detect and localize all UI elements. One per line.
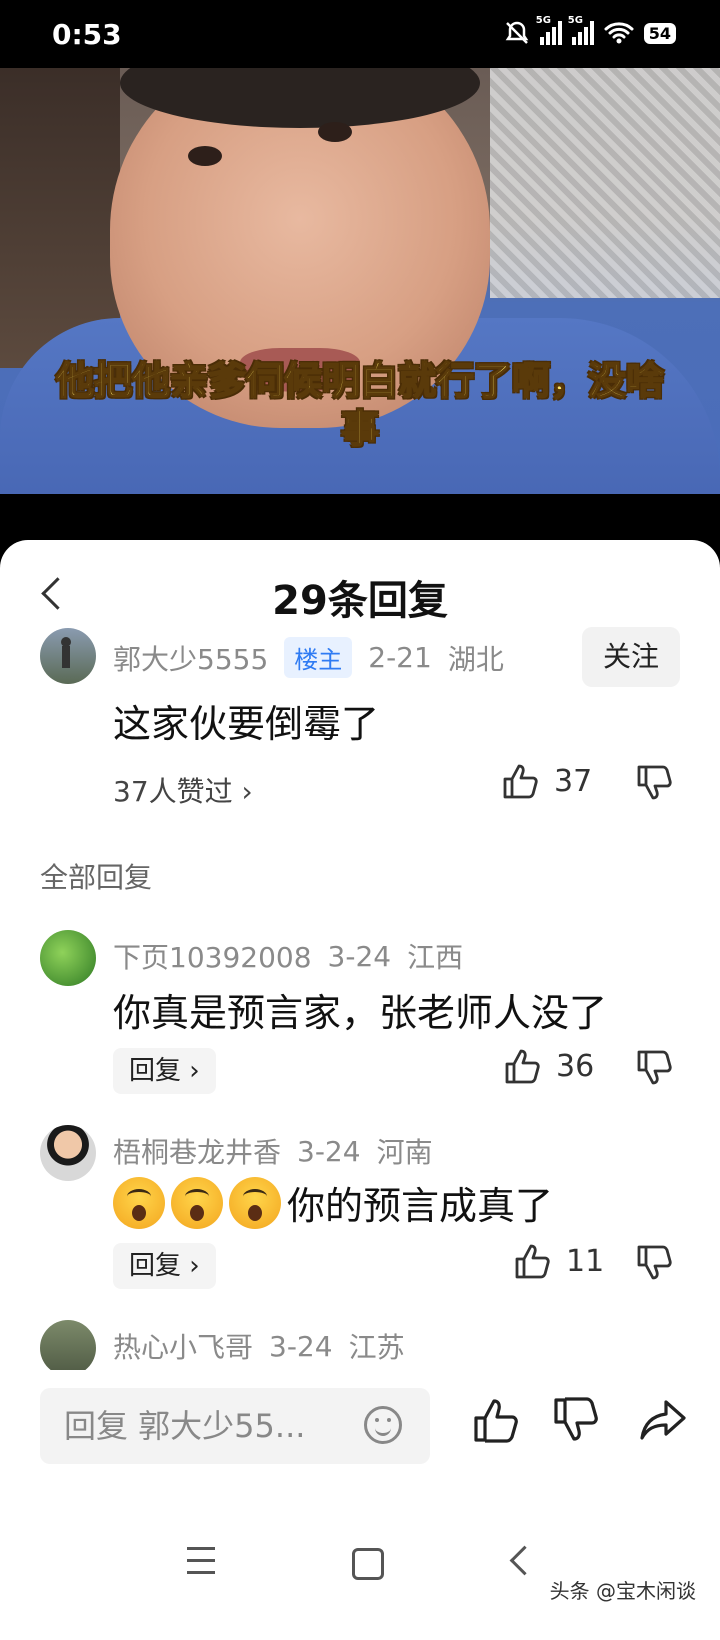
like-group: 36 [502,1046,594,1086]
like-group: 37 [500,761,592,801]
thumbs-down-icon[interactable] [634,1048,674,1088]
video-background-mesh [490,68,720,298]
comment-meta: 梧桐巷龙井香 3-24 河南 [113,1131,433,1171]
thumbs-down-icon[interactable] [634,1243,674,1283]
username[interactable]: 下页10392008 [113,936,312,976]
comment-text: 你的预言成真了 [113,1175,553,1230]
comment-text-content: 你的预言成真了 [287,1184,554,1228]
signal-5g-icon: 5G [536,15,562,45]
like-count: 37 [554,763,593,799]
follow-button[interactable]: 关注 [582,627,680,687]
all-replies-label: 全部回复 [40,861,153,894]
signal-5g-icon-2: 5G [568,15,594,45]
avatar[interactable] [40,1125,96,1181]
avatar[interactable] [40,1320,96,1370]
username[interactable]: 梧桐巷龙井香 [113,1131,281,1171]
video-subtitle-line1: 他把他亲爹伺候明白就行了啊，没啥 [55,358,665,404]
scream-emoji-icon [229,1176,281,1229]
like-count: 36 [556,1048,595,1084]
comment-location: 湖北 [447,642,504,676]
back-nav-icon[interactable] [498,1538,548,1588]
comment-meta: 热心小飞哥 3-24 江苏 [113,1326,405,1366]
status-time: 0:53 [52,18,122,51]
thumbs-down-icon[interactable] [634,763,674,803]
menu-icon[interactable] [176,1538,226,1588]
thumbs-up-icon[interactable] [500,761,540,801]
scream-emoji-icon [171,1176,223,1229]
thumbs-up-icon[interactable] [512,1241,552,1281]
avatar[interactable] [40,628,96,684]
comment-location: 河南 [376,1136,433,1169]
status-icons: 5G 5G 54 [504,15,676,46]
thumbs-up-icon[interactable] [468,1392,524,1448]
emoji-picker-icon[interactable] [364,1406,402,1444]
share-icon[interactable] [636,1392,692,1448]
comment-meta: 郭大少5555 楼主 2-21 湖北 [113,637,504,678]
comment-text: 这家伙要倒霉了 [113,702,380,746]
comment-location: 江苏 [348,1331,405,1364]
wifi-icon [604,22,634,44]
battery-icon: 54 [643,22,676,44]
thumbs-down-icon[interactable] [548,1392,604,1448]
video-subtitle-line2: 事 [340,406,380,452]
like-group: 11 [512,1241,604,1281]
comment-date: 3-24 [327,939,392,973]
reply-item: 热心小飞哥 3-24 江苏 [0,1320,720,1370]
page-title: 29条回复 [272,578,448,624]
reply-button[interactable]: 回复 › [113,1048,216,1094]
reply-input[interactable]: 回复 郭大少55... [40,1388,430,1464]
watermark: 头条 @宝木闲谈 [549,1579,696,1603]
comment-meta: 下页10392008 3-24 江西 [113,936,463,976]
username[interactable]: 郭大少5555 [113,638,268,678]
comment-date: 3-24 [269,1329,333,1363]
op-badge: 楼主 [284,637,353,678]
mute-bell-icon [505,21,529,44]
reply-input-bar: 回复 郭大少55... [0,1370,720,1490]
username[interactable]: 热心小飞哥 [113,1326,253,1366]
video-player[interactable]: 他把他亲爹伺候明白就行了啊，没啥 事 [0,68,720,494]
video-person-eye-left [188,146,222,166]
thumbs-up-icon[interactable] [502,1046,542,1086]
home-icon[interactable] [342,1538,392,1588]
comment-text: 你真是预言家，张老师人没了 [113,991,608,1035]
reply-input-placeholder: 回复 郭大少55... [64,1407,306,1445]
video-person-eye-right [318,122,352,142]
comment-date: 2-21 [368,641,432,674]
likers-link[interactable]: 37人赞过 › [113,770,253,810]
system-nav-bar: 头条 @宝木闲谈 [0,1490,720,1640]
like-count: 11 [566,1243,605,1279]
reply-button[interactable]: 回复 › [113,1243,216,1289]
scream-emoji-icon [113,1176,165,1229]
comment-location: 江西 [407,941,464,974]
avatar[interactable] [40,930,96,986]
comment-date: 3-24 [297,1134,361,1168]
status-bar: 0:53 5G 5G 54 [0,0,720,68]
